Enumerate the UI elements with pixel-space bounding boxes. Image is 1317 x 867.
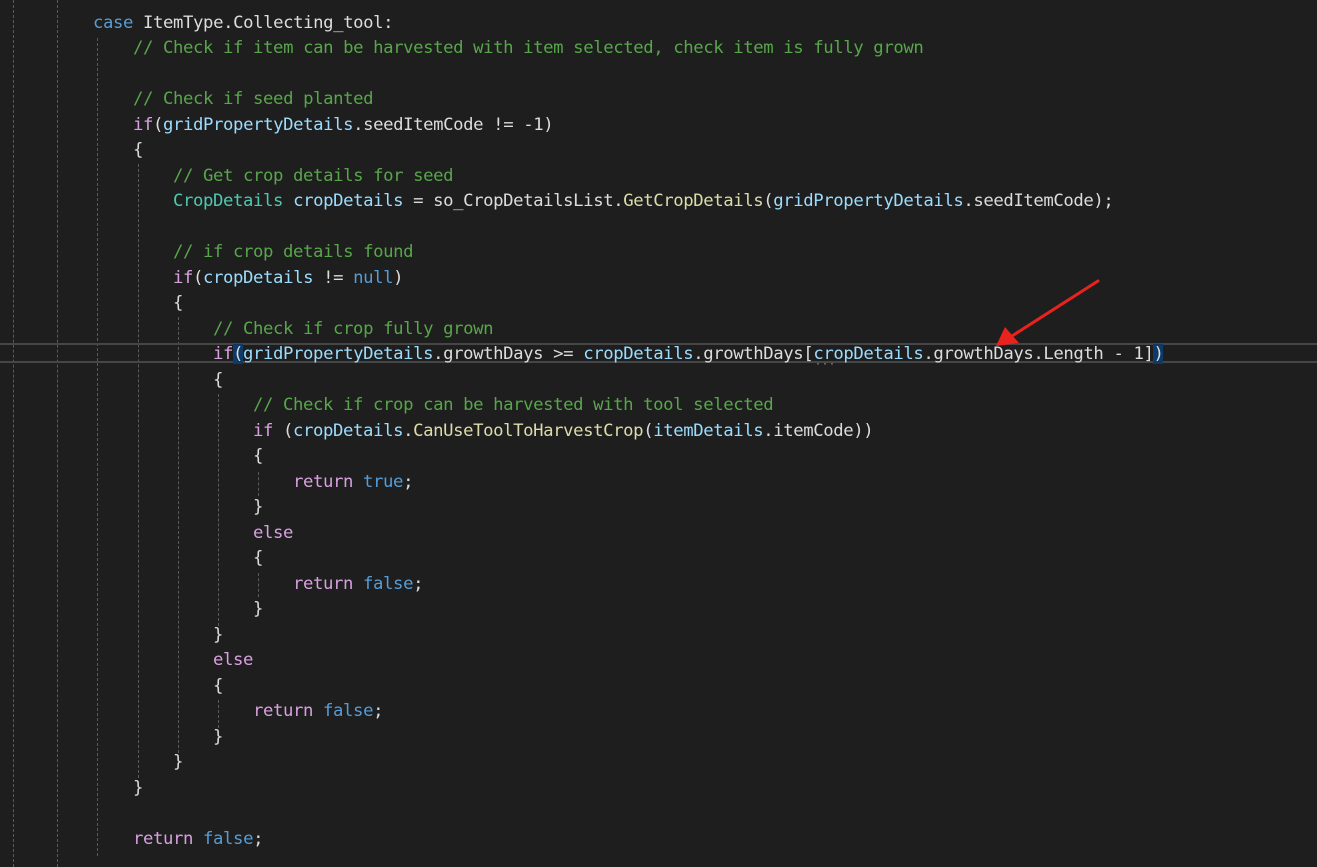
red-arrow-icon bbox=[996, 279, 1100, 346]
code-editor[interactable]: case ItemType.Collecting_tool: // Check … bbox=[0, 0, 1317, 867]
